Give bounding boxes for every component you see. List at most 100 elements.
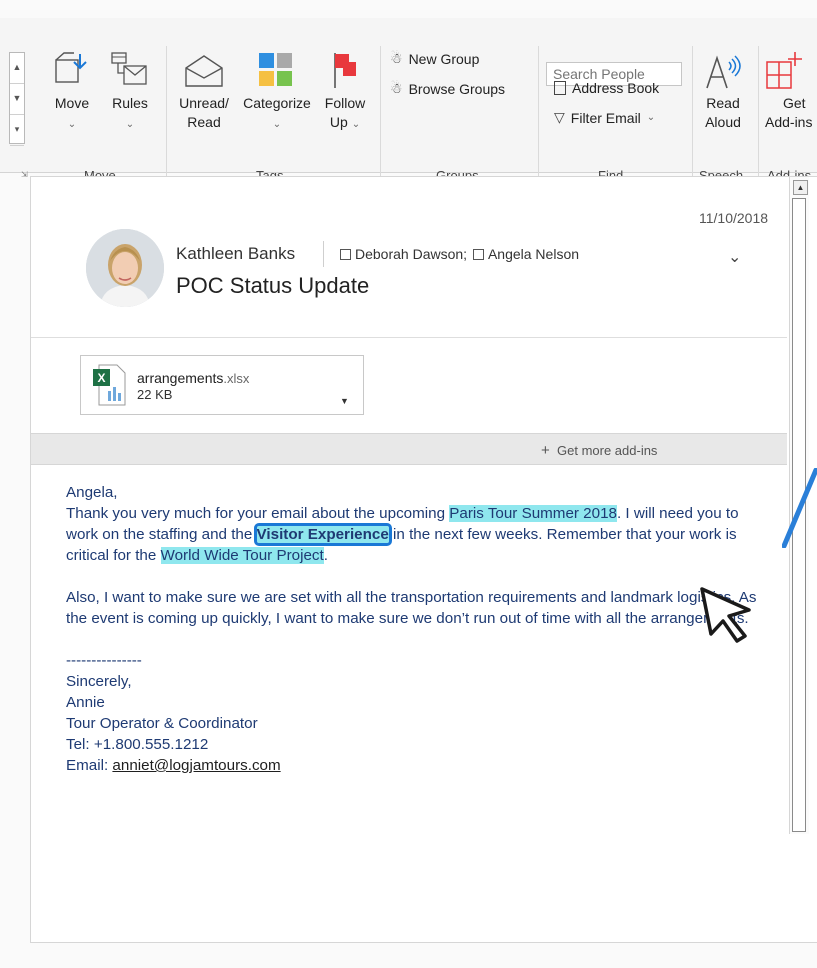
address-book-button[interactable]: Address Book	[554, 80, 659, 96]
unread-read-label-1: Unread/	[179, 95, 229, 111]
attachment-extension: .xlsx	[223, 371, 250, 386]
recipient-1[interactable]: Deborah Dawson;	[355, 246, 467, 262]
signature-email-label: Email:	[66, 757, 113, 774]
categorize-button[interactable]: Categorize ⌄	[240, 48, 314, 160]
greeting: Angela,	[66, 484, 118, 501]
get-addins-label-2: Add-ins	[765, 114, 813, 130]
move-button[interactable]: Move ⌄	[50, 48, 94, 160]
signature-email-link[interactable]: anniet@logjamtours.com	[112, 757, 280, 774]
message-body[interactable]: Angela, Thank you very much for your ema…	[66, 482, 766, 776]
caret-down-icon[interactable]: ▼	[340, 396, 349, 406]
signature-tel: Tel: +1.800.555.1212	[66, 736, 209, 753]
person-photo-icon	[86, 229, 164, 307]
filter-email-label: Filter Email	[570, 109, 641, 126]
read-aloud-label-2: Aloud	[705, 114, 741, 130]
excel-file-icon: X	[93, 364, 126, 406]
outlook-window: ▲ ▼ ▾ ⇲ Move ⌄ Rules ⌄ Unread/ Read Cate…	[0, 0, 817, 968]
signature-name: Annie	[66, 694, 105, 711]
message-date: 11/10/2018	[699, 210, 769, 226]
categorize-label: Categorize	[243, 95, 311, 111]
mouse-pointer-icon	[700, 587, 751, 643]
plus-icon: +	[541, 442, 550, 459]
recipient-2[interactable]: Angela Nelson	[488, 246, 579, 262]
separator	[758, 46, 759, 186]
attachment-name: arrangements.xlsx	[137, 370, 249, 386]
separator	[166, 46, 167, 186]
chevron-down-icon: ⌄	[125, 119, 135, 130]
more-icon[interactable]: ▾	[10, 115, 24, 146]
highlight-paris-tour[interactable]: Paris Tour Summer 2018	[449, 505, 617, 522]
signature-email-line: Email: anniet@logjamtours.com	[66, 755, 766, 776]
move-label: Move	[54, 95, 90, 111]
paragraph-1-d: .	[323, 547, 328, 564]
rules-icon	[111, 52, 147, 85]
reading-pane: 11/10/2018 Kathleen Banks Deborah Dawson…	[30, 176, 817, 943]
signature-closing: Sincerely,	[66, 673, 132, 690]
attachment-filename: arrangements	[137, 370, 224, 386]
chevron-down-icon: ⌄	[67, 119, 77, 130]
get-addins-label-1: Get	[783, 95, 806, 111]
unread-read-label-2: Read	[187, 114, 221, 130]
divider	[31, 337, 787, 338]
sender-name[interactable]: Kathleen Banks	[176, 244, 295, 264]
filter-icon: ▽	[554, 109, 565, 125]
read-aloud-button[interactable]: Read Aloud	[696, 48, 750, 160]
address-book-icon	[554, 81, 566, 95]
chevron-down-icon: ⌄	[351, 119, 361, 130]
separator	[380, 46, 381, 186]
flag-icon	[334, 53, 356, 88]
get-more-addins-link[interactable]: + Get more add-ins	[541, 442, 657, 459]
chevron-down-icon: ⌄	[646, 112, 656, 123]
separator	[692, 46, 693, 186]
scroll-down-icon[interactable]: ▼	[10, 84, 24, 115]
scroll-up-icon[interactable]: ▲	[793, 180, 808, 195]
new-group-label: New Group	[408, 50, 480, 67]
attachment-card[interactable]: X arrangements.xlsx 22 KB ▼	[80, 355, 364, 415]
expand-header-icon[interactable]: ⌄	[728, 247, 741, 267]
highlight-visitor-experience[interactable]: Visitor Experience	[253, 523, 392, 546]
checkbox-icon	[472, 249, 484, 260]
rules-label: Rules	[112, 95, 148, 111]
follow-up-label-1: Follow	[324, 95, 366, 111]
scroll-up-icon[interactable]: ▲	[10, 53, 24, 84]
envelope-open-icon	[185, 55, 223, 87]
separator	[538, 46, 539, 186]
paragraph-1: Thank you very much for your email about…	[66, 503, 766, 566]
chevron-down-icon: ⌄	[272, 119, 282, 130]
get-more-addins-label: Get more add-ins	[557, 443, 658, 458]
addins-icon	[766, 52, 802, 89]
browse-groups-label: Browse Groups	[408, 80, 506, 97]
address-book-label: Address Book	[572, 80, 660, 96]
recipients: Deborah Dawson; Angela Nelson	[340, 246, 579, 262]
filter-email-button[interactable]: ▽ Filter Email ⌄	[554, 109, 655, 126]
people-icon: ☃	[390, 50, 403, 66]
svg-text:X: X	[97, 371, 105, 385]
unread-read-button[interactable]: Unread/ Read	[174, 48, 234, 160]
paragraph-1-a: Thank you very much for your email about…	[66, 505, 450, 522]
paragraph-2: Also, I want to make sure we are set wit…	[66, 589, 757, 627]
signature-title: Tour Operator & Coordinator	[66, 715, 258, 732]
read-aloud-icon	[706, 55, 741, 89]
quick-steps-scroller[interactable]: ▲ ▼ ▾	[9, 52, 25, 146]
rules-button[interactable]: Rules ⌄	[106, 48, 154, 160]
move-icon	[55, 52, 87, 83]
avatar[interactable]	[86, 229, 164, 307]
read-aloud-label-1: Read	[706, 95, 740, 111]
follow-up-label-2: Up	[329, 114, 348, 130]
categorize-icon	[259, 53, 292, 86]
people-icon: ☃	[390, 80, 403, 96]
message-subject: POC Status Update	[176, 273, 370, 298]
addins-bar: + Get more add-ins	[31, 433, 787, 465]
signature-rule: ---------------	[66, 652, 142, 669]
separator	[323, 241, 324, 267]
ribbon: ▲ ▼ ▾ ⇲ Move ⌄ Rules ⌄ Unread/ Read Cate…	[0, 18, 817, 186]
browse-groups-button[interactable]: ☃ Browse Groups	[390, 80, 505, 97]
attachment-size: 22 KB	[137, 387, 173, 402]
highlight-world-wide-tour[interactable]: World Wide Tour Project	[160, 547, 324, 564]
get-addins-button[interactable]: Get Add-ins	[763, 48, 817, 160]
checkbox-icon	[340, 249, 351, 260]
follow-up-button[interactable]: Follow Up ⌄	[318, 48, 372, 160]
new-group-button[interactable]: ☃ New Group	[390, 50, 479, 67]
pen-stroke-annotation	[782, 468, 817, 548]
dialog-launcher-icon[interactable]: ⇲	[21, 170, 28, 179]
